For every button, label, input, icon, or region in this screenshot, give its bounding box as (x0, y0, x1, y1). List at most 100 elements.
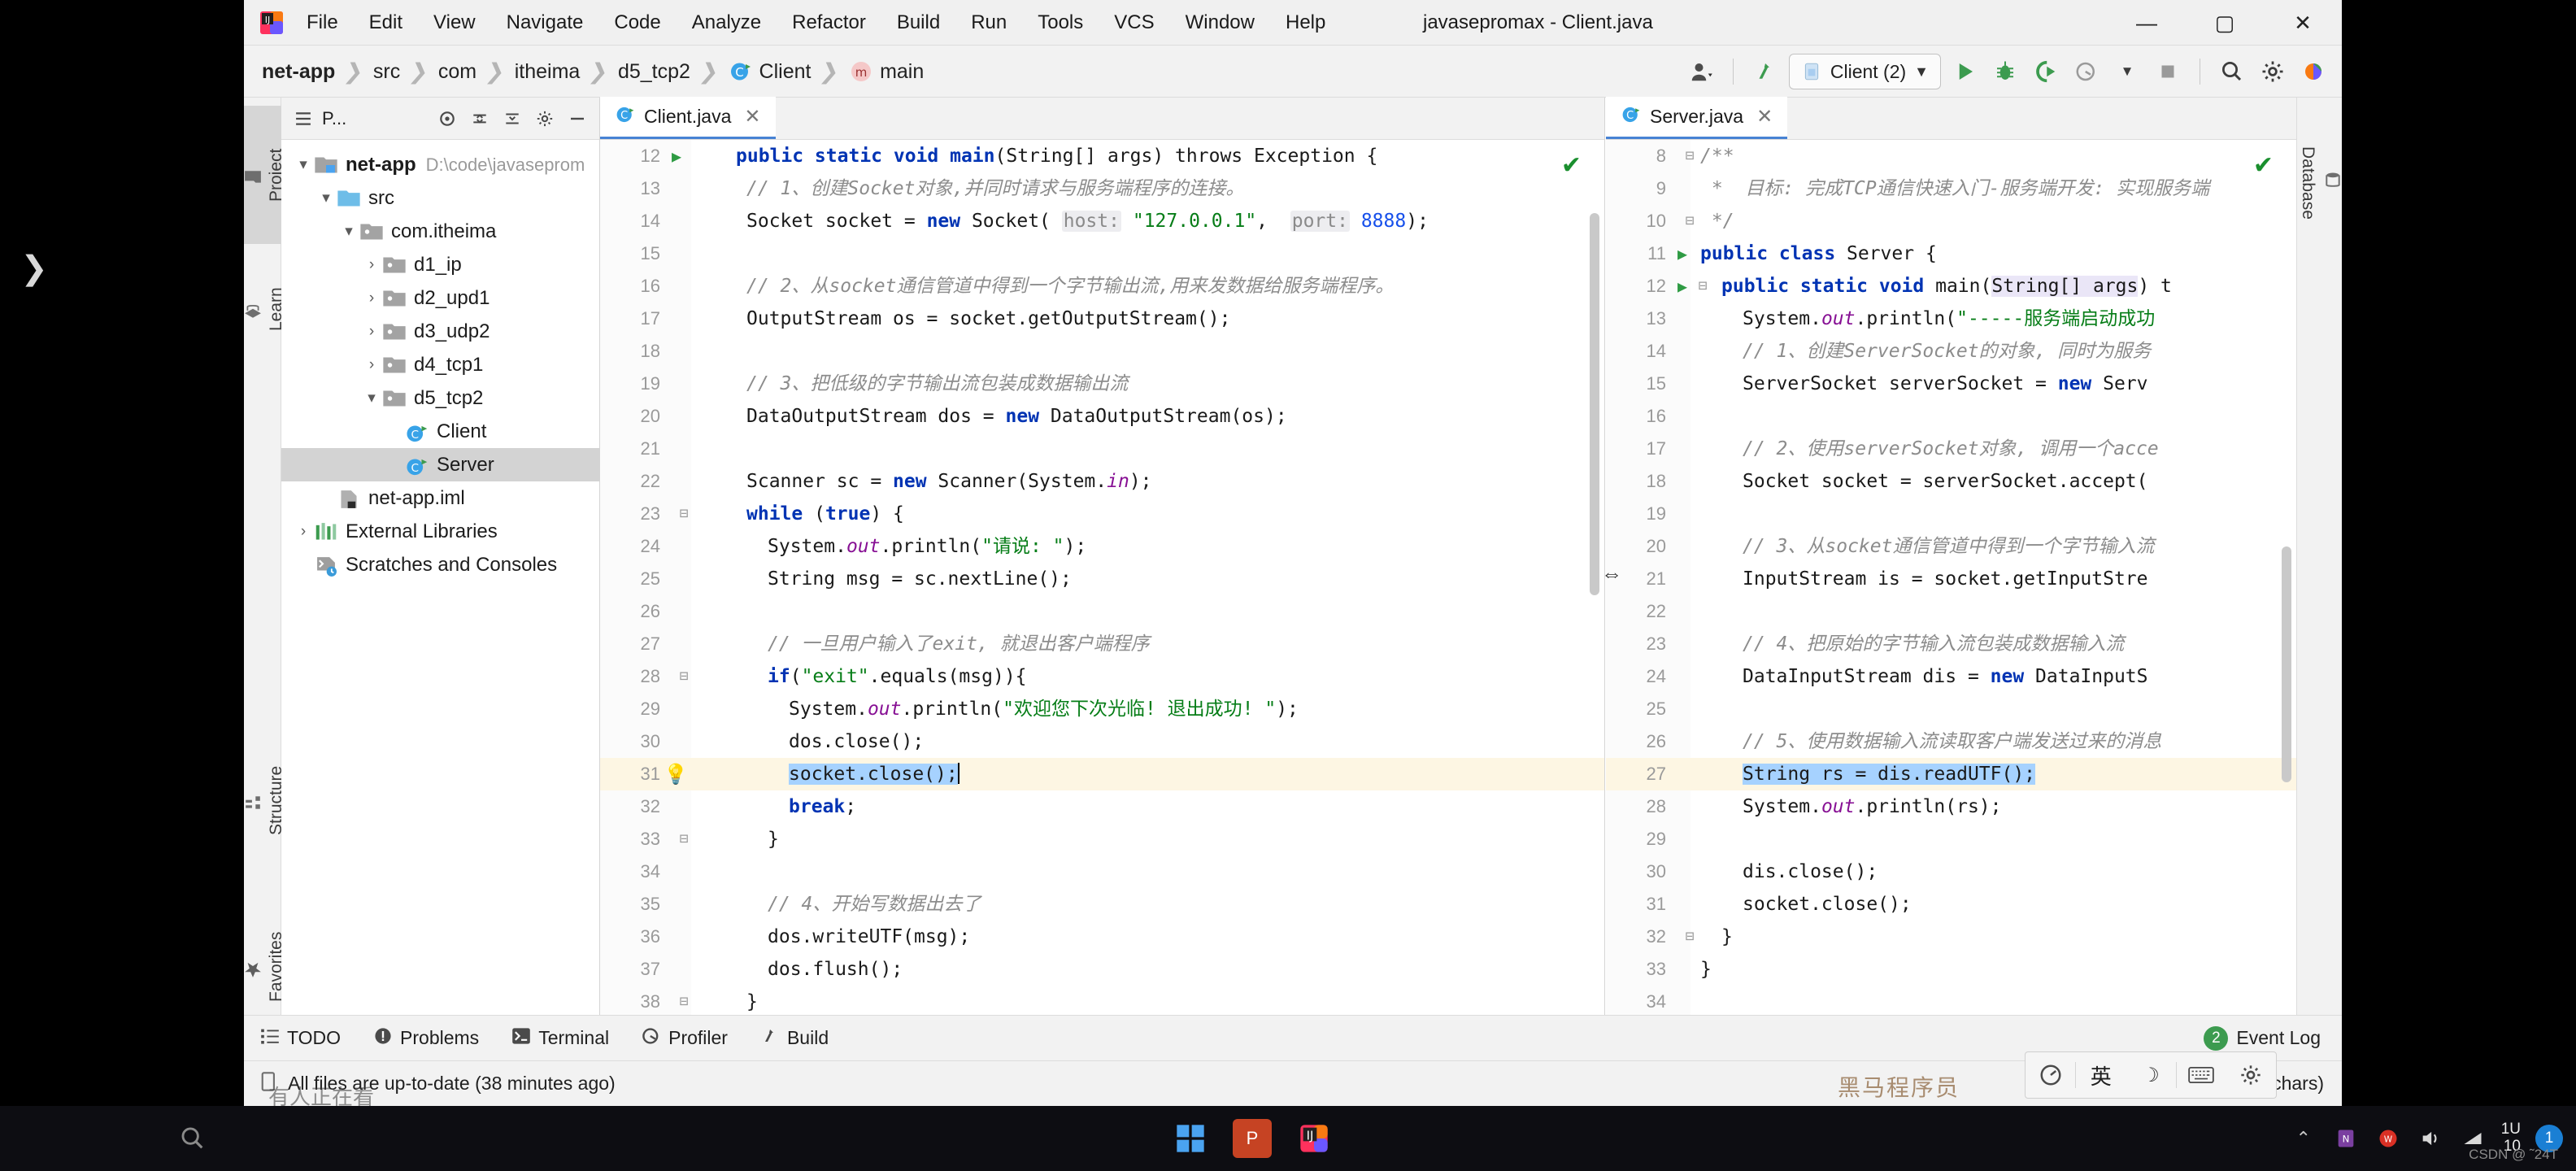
editor-scrollbar-left[interactable] (1590, 213, 1599, 595)
update-project-icon[interactable] (1748, 54, 1782, 89)
window-controls[interactable]: — ▢ ✕ (2108, 0, 2342, 46)
menu-item-tools[interactable]: Tools (1022, 11, 1099, 34)
ide-help-icon[interactable] (2296, 54, 2330, 89)
editor-scrollbar-right[interactable] (2282, 546, 2291, 782)
code-line[interactable]: 20 // 3、从socket通信管道中得到一个字节输入流 (1606, 530, 2296, 563)
close-icon[interactable]: ✕ (1756, 105, 1773, 128)
speed-icon[interactable] (2026, 1061, 2075, 1089)
code-line[interactable]: 28 ⊟ if("exit".equals(msg)){ (600, 660, 1604, 693)
code-line[interactable]: 34 (600, 855, 1604, 888)
settings-icon[interactable] (529, 103, 560, 134)
breadcrumb-item-net-app[interactable]: net-app (262, 60, 335, 84)
keyboard-icon[interactable] (2177, 1061, 2226, 1089)
menu-item-analyze[interactable]: Analyze (677, 11, 777, 34)
editor-splitter-handle[interactable]: ⇔ (1601, 561, 1622, 586)
maximize-button[interactable]: ▢ (2186, 0, 2264, 46)
sidebar-item-database[interactable]: Database (2296, 106, 2342, 260)
code-line[interactable]: 18 Socket socket = serverSocket.accept( (1606, 465, 2296, 498)
code-fold-icon[interactable]: ⊟ (1681, 140, 1699, 172)
project-tree[interactable]: ▾ net-app D:\code\javaseprom ▾ src ▾ com.ithei… (281, 140, 599, 581)
code-line[interactable]: 30 dos.close(); (600, 725, 1604, 758)
bottom-item-problems[interactable]: Problems (357, 1026, 495, 1051)
code-line[interactable]: 21 InputStream is = socket.getInputStre (1606, 563, 2296, 595)
breadcrumb-item-client[interactable]: Client (759, 60, 812, 84)
tree-node-d3-udp2[interactable]: › d3_udp2 (281, 315, 599, 348)
code-line[interactable]: 14 // 1、创建ServerSocket的对象, 同时为服务 (1606, 335, 2296, 368)
close-button[interactable]: ✕ (2264, 0, 2342, 46)
code-line[interactable]: 15 ServerSocket serverSocket = new Serv (1606, 368, 2296, 400)
code-line[interactable]: 38 ⊟} (600, 986, 1604, 1018)
chevron-down-icon[interactable]: ▾ (338, 222, 359, 241)
menu-item-code[interactable]: Code (598, 11, 676, 34)
bottom-item-terminal[interactable]: Terminal (495, 1027, 625, 1050)
menu-item-view[interactable]: View (418, 11, 491, 34)
chevron-right-icon[interactable]: › (361, 289, 382, 307)
code-fold-icon[interactable]: ⊟ (675, 498, 693, 530)
chevron-down-icon[interactable]: ▾ (293, 155, 314, 174)
run-coverage-icon[interactable] (2029, 54, 2063, 89)
sidebar-item-learn[interactable]: Learn (244, 252, 285, 366)
ime-toolbar[interactable]: 英 ☽ (2025, 1051, 2277, 1099)
tree-node-d4-tcp1[interactable]: › d4_tcp1 (281, 348, 599, 381)
code-line[interactable]: 9 * 目标: 完成TCP通信快速入门-服务端开发: 实现服务端 (1606, 172, 2296, 205)
code-fold-icon[interactable]: ⊟ (675, 660, 693, 693)
code-line[interactable]: 31 socket.close(); (1606, 888, 2296, 921)
code-line[interactable]: 12 ▶ ⊟ public static void main(String[] arg… (1606, 270, 2296, 303)
code-line[interactable]: 11 ▶ public class Server { (1606, 237, 2296, 270)
chevron-right-icon[interactable]: › (361, 356, 382, 374)
ime-icon[interactable]: 英 (2076, 1061, 2126, 1089)
code-line[interactable]: 13 // 1、创建Socket对象,并同时请求与服务端程序的连接。 (600, 172, 1604, 205)
code-line[interactable]: 32 ⊟} (1606, 921, 2296, 953)
chevron-right-icon[interactable]: › (293, 523, 314, 541)
code-line[interactable]: 33} (1606, 953, 2296, 986)
locate-icon[interactable] (432, 103, 463, 134)
expand-icon[interactable] (497, 103, 528, 134)
breadcrumb-item-main[interactable]: main (880, 60, 924, 84)
main-toolbar[interactable]: Client (2) ▼ ▼ (1684, 46, 2330, 98)
inspection-ok-icon[interactable]: ✔ (2253, 151, 2274, 180)
code-line[interactable]: 8 ⊟/** (1606, 140, 2296, 172)
run-configuration-selector[interactable]: Client (2) ▼ (1788, 54, 1941, 89)
menu-item-vcs[interactable]: VCS (1099, 11, 1169, 34)
code-line[interactable]: 23 // 4、把原始的字节输入流包装成数据输入流 (1606, 628, 2296, 660)
code-line[interactable]: 34 (1606, 986, 2296, 1018)
code-line[interactable]: 32 break; (600, 790, 1604, 823)
menu-item-help[interactable]: Help (1270, 11, 1341, 34)
chevron-down-icon[interactable]: ▼ (2110, 54, 2144, 89)
intention-bulb-icon[interactable]: 💡 (664, 758, 688, 790)
editor-tab-row-right[interactable]: C Server.java ✕ (1606, 97, 2296, 140)
menu-item-window[interactable]: Window (1170, 11, 1270, 34)
settings-icon[interactable] (2226, 1061, 2276, 1089)
tree-node-server[interactable]: C Server (281, 448, 599, 481)
tree-node-com-itheima[interactable]: ▾ com.itheima (281, 215, 599, 248)
code-line[interactable]: 13 System.out.println("-----服务端启动成功 (1606, 303, 2296, 335)
powerpoint-icon[interactable]: P (1233, 1119, 1272, 1158)
run-gutter-icon[interactable]: ▶ (667, 140, 686, 172)
code-line[interactable]: 21 (600, 433, 1604, 465)
code-line[interactable]: 27 String rs = dis.readUTF(); (1606, 758, 2296, 790)
code-line[interactable]: 29 System.out.println("欢迎您下次光临! 退出成功! "); (600, 693, 1604, 725)
run-gutter-icon[interactable]: ▶ (1673, 237, 1692, 270)
code-line[interactable]: 19 // 3、把低级的字节输出流包装成数据输出流 (600, 368, 1604, 400)
code-line[interactable]: 18 (600, 335, 1604, 368)
bottom-item-profiler[interactable]: Profiler (625, 1026, 744, 1051)
menu-item-run[interactable]: Run (955, 11, 1022, 34)
run-gutter-icon[interactable]: ▶ (1673, 270, 1692, 303)
code-fold-icon[interactable]: ⊟ (675, 986, 693, 1018)
code-line[interactable]: 31 💡 socket.close(); (600, 758, 1604, 790)
code-line[interactable]: 10 ⊟ */ (1606, 205, 2296, 237)
code-line[interactable]: 23 ⊟ while (true) { (600, 498, 1604, 530)
wps-icon[interactable]: W (2374, 1125, 2402, 1152)
taskbar-apps[interactable]: P IJ (1171, 1106, 1334, 1171)
code-line[interactable]: 12 ▶ public static void main(String[] args… (600, 140, 1604, 172)
hide-icon[interactable] (562, 103, 593, 134)
code-line[interactable]: 25 String msg = sc.nextLine(); (600, 563, 1604, 595)
main-menu[interactable]: File Edit View Navigate Code Analyze Ref… (291, 0, 1341, 46)
breadcrumb[interactable]: net-app ❯ src ❯ com ❯ itheima ❯ d5_tcp2 … (262, 46, 924, 98)
expand-chevron-icon[interactable]: ❯ (18, 244, 50, 293)
sidebar-item-project[interactable]: Project (244, 106, 285, 244)
volume-icon[interactable] (2417, 1125, 2444, 1152)
settings-icon[interactable] (2256, 54, 2290, 89)
search-everywhere-icon[interactable] (2215, 54, 2249, 89)
chevron-down-icon[interactable]: ▼ (1914, 63, 1929, 81)
